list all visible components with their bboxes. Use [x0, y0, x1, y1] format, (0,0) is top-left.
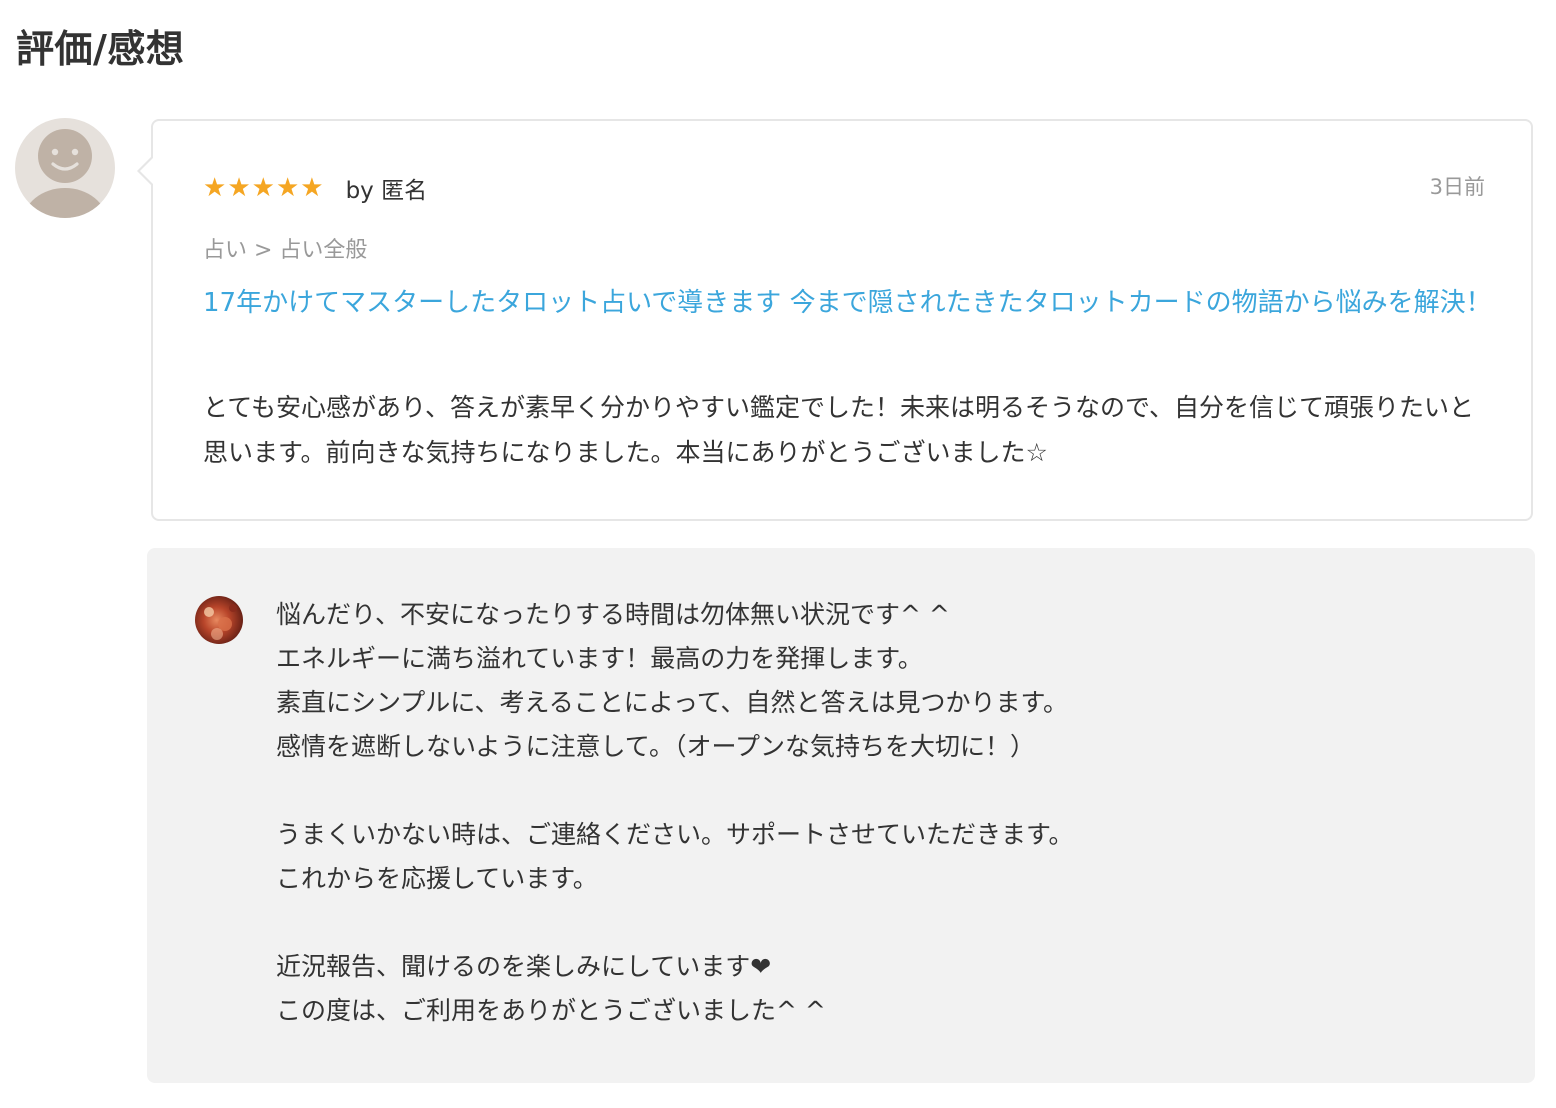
- service-title-link[interactable]: 17年かけてマスターしたタロット占いで導きます 今まで隠されたきたタロットカード…: [203, 281, 1493, 326]
- star-icon: ★: [227, 173, 251, 203]
- section-title: 評価/感想: [16, 27, 185, 71]
- review-category: 占い > 占い全般: [203, 238, 368, 263]
- star-icon: ★: [251, 173, 275, 203]
- seller-reply-box: 悩んだり、不安になったりする時間は勿体無い状況です^ ^ エネルギーに満ち溢れて…: [147, 548, 1535, 1083]
- review-author: by 匿名: [345, 178, 428, 204]
- rating-row: ★ ★ ★ ★ ★ by 匿名: [203, 171, 427, 205]
- seller-avatar[interactable]: [195, 596, 243, 644]
- star-icon: ★: [300, 173, 324, 203]
- star-icon: ★: [275, 173, 300, 203]
- review-date: 3日前: [1429, 175, 1485, 199]
- seller-reply-text: 悩んだり、不安になったりする時間は勿体無い状況です^ ^ エネルギーに満ち溢れて…: [276, 600, 1074, 1025]
- star-icon: ★: [203, 173, 227, 203]
- reviewer-avatar-icon: [15, 118, 115, 218]
- star-rating: ★ ★ ★ ★ ★: [203, 173, 324, 203]
- review-card: ★ ★ ★ ★ ★ by 匿名 3日前 占い > 占い全般 17年かけてマスター…: [137, 119, 1533, 521]
- review-text: とても安心感があり、答えが素早く分かりやすい鑑定でした！未来は明るそうなので、自…: [203, 393, 1475, 467]
